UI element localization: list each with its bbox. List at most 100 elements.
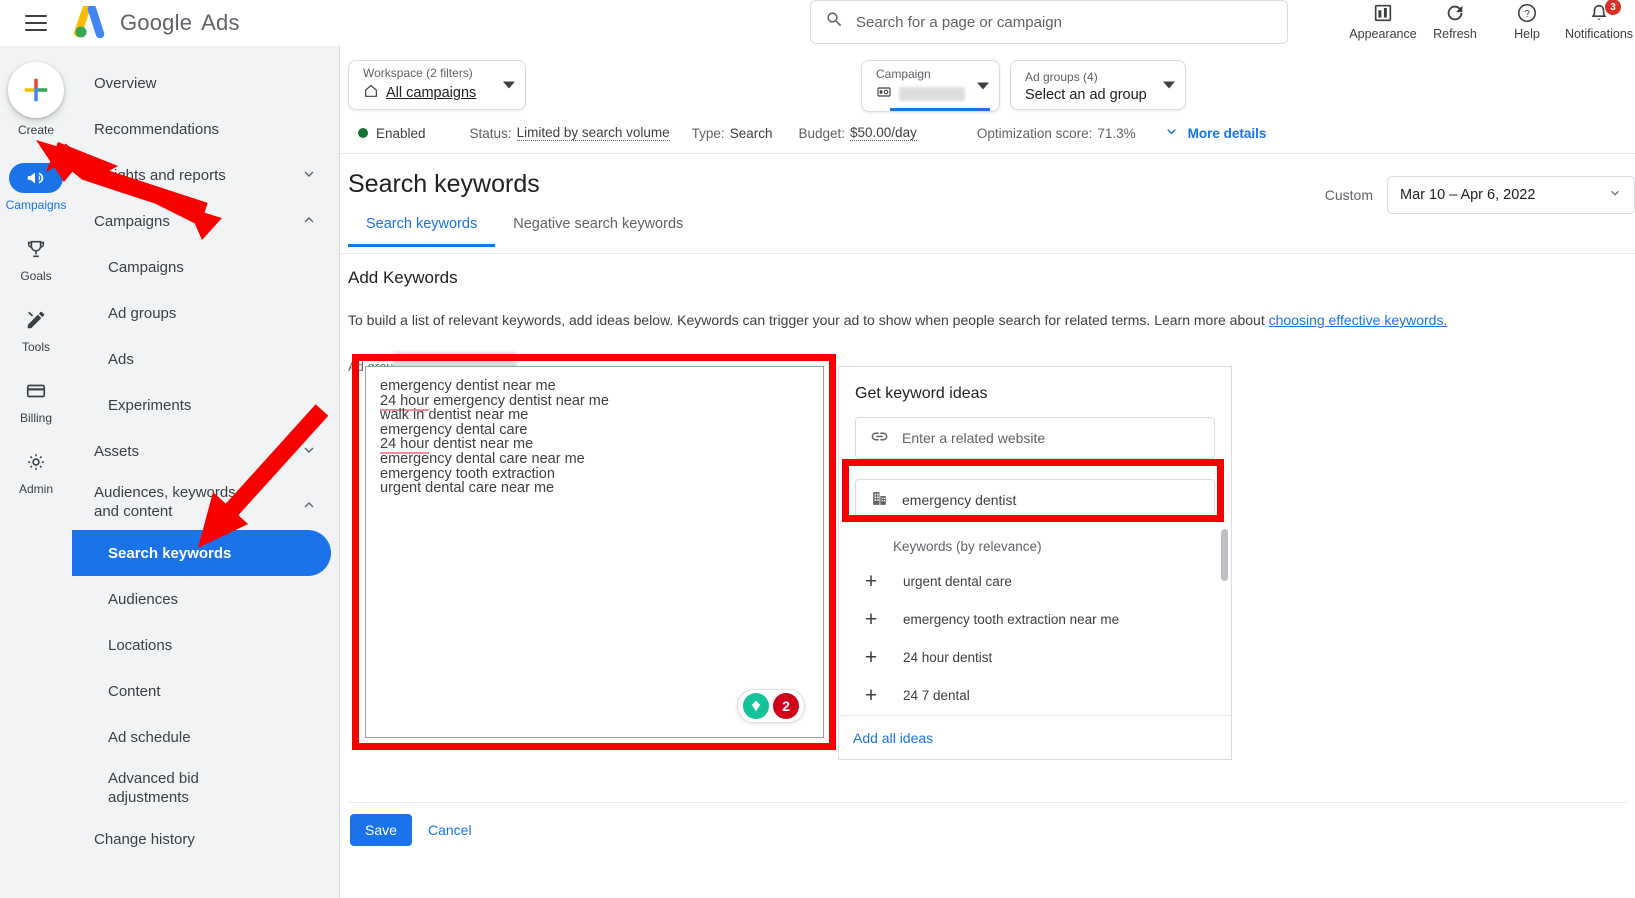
campaign-selector[interactable]: Campaign [861, 60, 1000, 112]
seed-keyword-value: emergency dentist [902, 492, 1017, 508]
sidebar-item-insights-and-reports[interactable]: Insights and reports [72, 152, 331, 198]
chevron-down-icon [1163, 81, 1175, 89]
ideas-heading: Get keyword ideas [855, 385, 988, 402]
status-value[interactable]: Limited by search volume [516, 125, 670, 141]
add-icon[interactable]: + [861, 609, 881, 630]
page-title: Search keywords [348, 170, 540, 198]
appearance-icon [1374, 4, 1392, 22]
sidebar-item-content[interactable]: Content [72, 668, 331, 714]
rail-item-campaigns[interactable]: Campaigns [0, 163, 72, 212]
campaign-name-redacted [899, 87, 965, 101]
sidebar-item-campaigns-group[interactable]: Campaigns [72, 198, 331, 244]
sidebar-item-change-history[interactable]: Change history [72, 816, 331, 862]
idea-label: emergency tooth extraction near me [903, 611, 1120, 627]
chevron-down-icon [977, 82, 989, 90]
appearance-button[interactable]: Appearance [1347, 0, 1419, 41]
chevron-up-icon [301, 497, 317, 516]
google-ads-app: Google Ads Search for a page or campaign… [0, 0, 1635, 898]
gear-icon [28, 454, 44, 470]
ideas-list: + urgent dental care + emergency tooth e… [839, 562, 1231, 714]
help-button[interactable]: ? Help [1491, 0, 1563, 41]
chevron-down-icon [1608, 186, 1622, 204]
brand[interactable]: Google Ads [72, 4, 240, 40]
status-enabled: Enabled [358, 126, 426, 141]
sidebar-item-overview[interactable]: Overview [72, 60, 331, 106]
sidebar-item-experiments[interactable]: Experiments [72, 382, 331, 428]
tab-negative-search-keywords[interactable]: Negative search keywords [495, 216, 701, 247]
keyword-text: emergency dentist near me [429, 392, 609, 409]
budget-value[interactable]: $50.00/day [850, 125, 917, 141]
list-item[interactable]: + urgent dental care [839, 562, 1231, 600]
add-icon[interactable]: + [861, 685, 881, 706]
keyword-line: urgent dental care near me [380, 481, 809, 496]
add-keywords-panel: Add Keywords To build a list of relevant… [348, 268, 1627, 378]
workspace-selector[interactable]: Workspace (2 filters) All campaigns [348, 60, 526, 110]
sidebar-label: Locations [108, 636, 173, 654]
keyword-text: emergency dental care [380, 421, 528, 438]
date-range-picker[interactable]: Mar 10 – Apr 6, 2022 [1387, 176, 1635, 214]
sidebar-item-audiences[interactable]: Audiences [72, 576, 331, 622]
sidebar-item-recommendations[interactable]: Recommendations [72, 106, 331, 152]
sidebar-label: Campaigns [108, 258, 184, 276]
rail-item-tools[interactable]: Tools [0, 305, 72, 354]
sidebar-item-assets[interactable]: Assets [72, 428, 331, 474]
sidebar-item-ads[interactable]: Ads [72, 336, 331, 382]
type-label: Type: [691, 125, 725, 141]
brand-product-text: Ads [201, 10, 240, 35]
sidebar-item-advanced-bid-adjustments[interactable]: Advanced bid adjustments [72, 760, 331, 816]
idea-label: urgent dental care [903, 573, 1012, 589]
sidebar-item-campaigns[interactable]: Campaigns [72, 244, 331, 290]
sidebar-item-search-keywords[interactable]: Search keywords [72, 530, 331, 576]
grammarly-widget[interactable]: 2 [737, 689, 805, 723]
keyword-text: urgent dental care near me [380, 480, 555, 497]
enabled-label: Enabled [376, 125, 426, 141]
choosing-effective-keywords-link[interactable]: choosing effective keywords. [1269, 312, 1448, 328]
sidebar-item-ad-groups[interactable]: Ad groups [72, 290, 331, 336]
sidebar-label: Campaigns [94, 212, 170, 230]
refresh-button[interactable]: Refresh [1419, 0, 1491, 41]
tab-search-keywords[interactable]: Search keywords [348, 216, 496, 247]
rail-item-goals[interactable]: Goals [0, 234, 72, 283]
grammarly-issue-count: 2 [773, 693, 799, 719]
menu-icon[interactable] [16, 3, 56, 43]
campaign-caption: Campaign [876, 67, 931, 81]
create-button[interactable] [8, 62, 64, 118]
related-website-input[interactable]: Enter a related website [855, 417, 1215, 459]
notifications-button[interactable]: 3 Notifications [1563, 0, 1635, 41]
keyword-tabs: Search keywords Negative search keywords [348, 216, 701, 247]
keywords-textarea[interactable]: emergency dentist near me 24 hour emerge… [365, 366, 824, 738]
campaign-value-row [876, 84, 989, 104]
rail-label-billing: Billing [19, 411, 52, 425]
add-icon[interactable]: + [861, 647, 881, 668]
cancel-button[interactable]: Cancel [428, 814, 472, 846]
rail-item-billing[interactable]: Billing [0, 376, 72, 425]
list-item[interactable]: + 24 hour dentist [839, 638, 1231, 676]
more-details-label: More details [1187, 125, 1267, 141]
date-preset-label: Custom [1324, 187, 1373, 203]
list-item[interactable]: + 24 7 dental [839, 676, 1231, 714]
description-text: To build a list of relevant keywords, ad… [348, 312, 1269, 328]
add-all-ideas-link[interactable]: Add all ideas [853, 730, 933, 746]
sidebar-nav: Overview Recommendations Insights and re… [72, 46, 340, 898]
sidebar-item-audiences-keywords-and-content[interactable]: Audiences, keywords, and content [72, 474, 331, 530]
idea-label: 24 hour dentist [903, 649, 993, 665]
list-item[interactable]: + emergency tooth extraction near me [839, 600, 1231, 638]
rail-item-admin[interactable]: Admin [0, 447, 72, 496]
trophy-icon [27, 240, 45, 258]
seed-keyword-input[interactable]: emergency dentist [855, 479, 1215, 521]
more-details-button[interactable]: More details [1164, 124, 1267, 142]
sidebar-label: Ad groups [108, 304, 177, 322]
global-search[interactable]: Search for a page or campaign [810, 0, 1288, 44]
save-button[interactable]: Save [350, 814, 412, 846]
sidebar-item-ad-schedule[interactable]: Ad schedule [72, 714, 331, 760]
add-icon[interactable]: + [861, 571, 881, 592]
global-search-placeholder: Search for a page or campaign [856, 13, 1062, 31]
ideas-scrollbar[interactable] [1221, 529, 1228, 581]
google-ads-logo-icon [72, 4, 110, 40]
create-label: Create [17, 123, 55, 137]
ad-groups-selector[interactable]: Ad groups (4) Select an ad group [1010, 60, 1186, 110]
rail-label-goals: Goals [20, 269, 52, 283]
sidebar-item-locations[interactable]: Locations [72, 622, 331, 668]
add-keywords-description: To build a list of relevant keywords, ad… [348, 310, 1627, 330]
keyword-line: walk in dentist near me [380, 408, 809, 423]
